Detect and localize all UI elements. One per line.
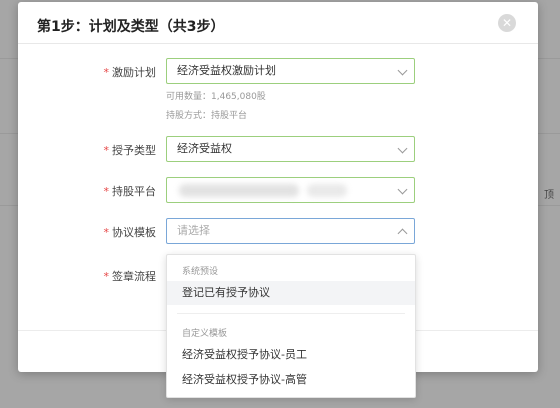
dialog-title: 第1步：计划及类型（共3步）: [37, 19, 225, 35]
dropdown-divider: [177, 313, 405, 314]
dialog-header: 第1步：计划及类型（共3步） ✕: [18, 2, 538, 44]
chevron-down-icon: [397, 184, 408, 195]
grant-type-label: * 授予类型: [103, 144, 157, 157]
incentive-plan-value: 经济受益权激励计划: [177, 64, 276, 77]
redacted-value: [307, 184, 347, 197]
dropdown-option-executive[interactable]: 经济受益权授予协议-高管: [167, 368, 415, 392]
close-button[interactable]: ✕: [498, 14, 516, 32]
background-edge-text: 顶: [544, 190, 554, 201]
grant-type-value: 经济受益权: [177, 142, 232, 155]
signing-process-label: * 签章流程: [103, 270, 157, 283]
agreement-template-select[interactable]: 请选择: [166, 218, 415, 244]
holding-platform-label: * 持股平台: [103, 185, 157, 198]
incentive-plan-label: * 激励计划: [103, 66, 157, 79]
available-quantity-text: 可用数量：1,465,080股: [166, 92, 266, 102]
dropdown-option-register-existing[interactable]: 登记已有授予协议: [167, 281, 415, 305]
chevron-up-icon: [397, 228, 408, 239]
redacted-value: [179, 184, 299, 197]
dropdown-option-employee[interactable]: 经济受益权授予协议-员工: [167, 343, 415, 367]
agreement-template-placeholder: 请选择: [177, 224, 210, 237]
chevron-down-icon: [397, 143, 408, 154]
holding-platform-select[interactable]: [166, 177, 415, 203]
incentive-plan-select[interactable]: 经济受益权激励计划: [166, 58, 415, 84]
holding-method-text: 持股方式：持股平台: [166, 111, 248, 121]
close-icon: ✕: [501, 16, 513, 30]
agreement-template-label: * 协议模板: [103, 226, 157, 239]
chevron-down-icon: [397, 65, 408, 76]
group-title-custom: 自定义模板: [182, 329, 228, 339]
agreement-template-dropdown: 系统预设 登记已有授予协议 自定义模板 经济受益权授予协议-员工 经济受益权授予…: [166, 254, 416, 398]
grant-type-select[interactable]: 经济受益权: [166, 136, 415, 162]
group-title-system: 系统预设: [182, 267, 219, 277]
